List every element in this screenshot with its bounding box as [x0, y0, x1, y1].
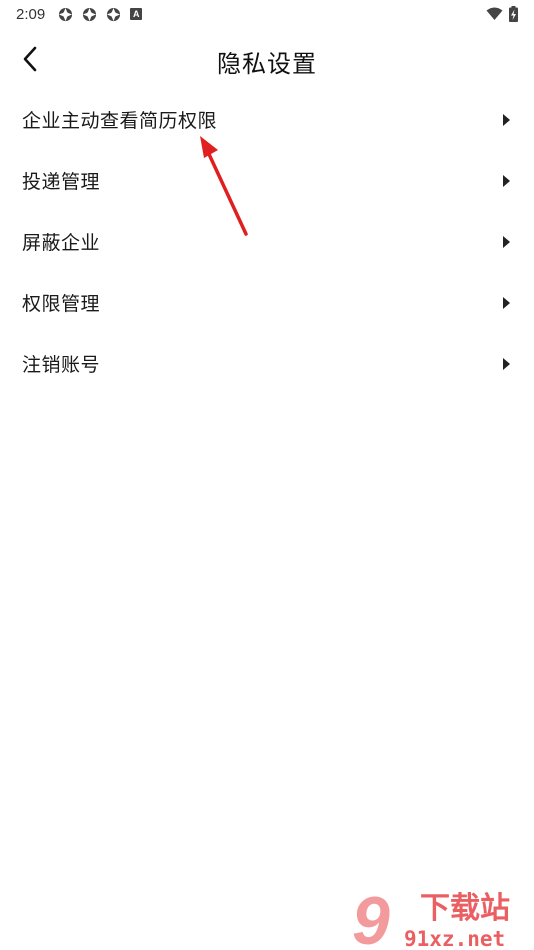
wifi-icon	[486, 7, 503, 20]
target-icon	[107, 7, 121, 21]
watermark-title: 下载站	[420, 891, 510, 926]
target-icon	[59, 7, 73, 21]
menu-item-label: 权限管理	[22, 293, 101, 315]
menu-item-label: 注销账号	[22, 354, 101, 376]
page-title: 隐私设置	[217, 50, 317, 78]
privacy-settings-list: 企业主动查看简历权限 投递管理 屏蔽企业 权限管理 注销账号	[0, 89, 534, 394]
notification-badge-icon: A	[130, 8, 143, 20]
watermark-domain: 91xz.net	[404, 927, 505, 950]
target-icon	[83, 7, 97, 21]
header: 隐私设置	[0, 30, 534, 88]
watermark-logo-mark: 9	[352, 883, 390, 950]
menu-item-label: 企业主动查看简历权限	[22, 110, 218, 132]
caret-right-icon	[503, 296, 510, 309]
menu-item-label: 屏蔽企业	[22, 232, 101, 254]
caret-right-icon	[503, 113, 510, 126]
caret-right-icon	[503, 357, 510, 370]
menu-item-block-companies[interactable]: 屏蔽企业	[0, 211, 534, 272]
watermark-logo: 9 下载站 91xz.net	[352, 883, 510, 950]
caret-right-icon	[503, 235, 510, 248]
menu-item-delete-account[interactable]: 注销账号	[0, 333, 534, 394]
menu-item-delivery-management[interactable]: 投递管理	[0, 150, 534, 211]
menu-item-permission-management[interactable]: 权限管理	[0, 272, 534, 333]
status-time: 2:09	[16, 5, 46, 23]
status-right	[486, 6, 518, 22]
status-bar: 2:09 A	[0, 0, 534, 28]
battery-charging-icon	[509, 6, 518, 22]
menu-item-resume-view-permission[interactable]: 企业主动查看简历权限	[0, 89, 534, 150]
status-left: 2:09 A	[16, 5, 143, 23]
menu-item-label: 投递管理	[22, 171, 101, 193]
caret-right-icon	[503, 174, 510, 187]
